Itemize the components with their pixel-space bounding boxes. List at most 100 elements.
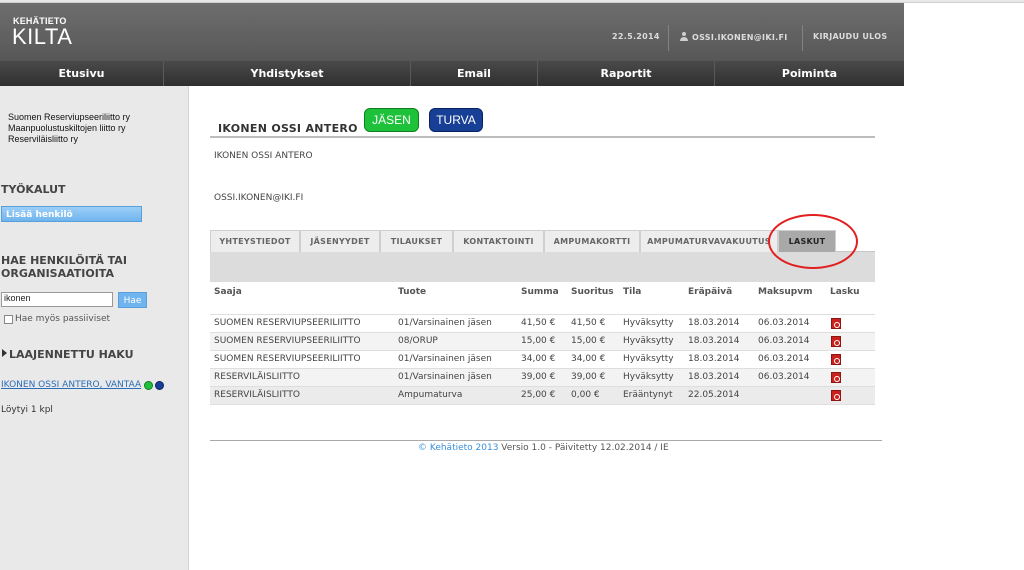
person-email: OSSI.IKONEN@IKI.FI bbox=[214, 193, 304, 203]
header-separator bbox=[802, 25, 803, 51]
turva-status-dot-icon bbox=[155, 381, 164, 390]
cell-erapaiva: 18.03.2014 bbox=[688, 318, 740, 328]
cell-saaja: SUOMEN RESERVIUPSEERILIITTO bbox=[214, 354, 361, 364]
cell-saaja: SUOMEN RESERVIUPSEERILIITTO bbox=[214, 336, 361, 346]
cell-tuote: 08/ORUP bbox=[398, 336, 438, 346]
table-row[interactable]: RESERVILÄISLIITTO 01/Varsinainen jäsen 3… bbox=[210, 368, 875, 386]
logo-title[interactable]: KILTA bbox=[12, 24, 72, 50]
col-header-tuote: Tuote bbox=[398, 287, 427, 297]
org-name: Suomen Reserviupseeriliitto ry bbox=[8, 112, 131, 122]
nav-poiminta[interactable]: Poiminta bbox=[715, 61, 904, 86]
nav-etusivu[interactable]: Etusivu bbox=[0, 61, 164, 86]
header-user-email: OSSI.IKONEN@IKI.FI bbox=[692, 33, 788, 42]
footer: © Kehätieto 2013 Versio 1.0 - Päivitetty… bbox=[418, 443, 669, 453]
footer-divider bbox=[210, 440, 882, 441]
table-row[interactable]: SUOMEN RESERVIUPSEERILIITTO 01/Varsinain… bbox=[210, 314, 875, 332]
cell-tila: Erääntynyt bbox=[623, 390, 673, 400]
version-text: Versio 1.0 - Päivitetty 12.02.2014 / IE bbox=[498, 443, 669, 453]
cell-tila: Hyväksytty bbox=[623, 318, 674, 328]
passive-checkbox-label: Hae myös passiiviset bbox=[15, 314, 111, 324]
cell-summa: 39,00 € bbox=[521, 372, 556, 382]
col-header-maksupvm: Maksupvm bbox=[758, 287, 813, 297]
tab-yhteystiedot[interactable]: YHTEYSTIEDOT bbox=[210, 230, 300, 252]
col-header-erapaiva: Eräpäivä bbox=[688, 287, 733, 297]
copyright-link[interactable]: © Kehätieto 2013 bbox=[418, 443, 498, 453]
cell-saaja: RESERVILÄISLIITTO bbox=[214, 390, 300, 400]
cell-maksupvm: 06.03.2014 bbox=[758, 336, 810, 346]
cell-maksupvm: 06.03.2014 bbox=[758, 354, 810, 364]
cell-tuote: Ampumaturva bbox=[398, 390, 463, 400]
header-separator bbox=[668, 25, 669, 51]
add-person-button[interactable]: Lisää henkilö bbox=[1, 206, 142, 222]
pdf-icon[interactable] bbox=[831, 318, 841, 329]
nav-email[interactable]: Email bbox=[411, 61, 538, 86]
pdf-icon[interactable] bbox=[831, 354, 841, 365]
tools-heading: TYÖKALUT bbox=[1, 183, 66, 196]
laskut-highlight-circle bbox=[768, 214, 858, 269]
search-input[interactable]: ikonen bbox=[1, 292, 113, 307]
pdf-icon[interactable] bbox=[831, 372, 841, 383]
advanced-search-link[interactable]: LAAJENNETTU HAKU bbox=[9, 348, 134, 361]
org-name: Maanpuolustuskiltojen liitto ry bbox=[8, 123, 126, 133]
cell-maksupvm: 06.03.2014 bbox=[758, 372, 810, 382]
table-bottom-border bbox=[210, 404, 875, 405]
member-status-dot-icon bbox=[144, 381, 153, 390]
cell-suoritus: 39,00 € bbox=[571, 372, 606, 382]
tab-kontaktointi[interactable]: KONTAKTOINTI bbox=[453, 230, 544, 252]
tab-ampumakortti[interactable]: AMPUMAKORTTI bbox=[544, 230, 640, 252]
col-header-summa: Summa bbox=[521, 287, 559, 297]
cell-erapaiva: 18.03.2014 bbox=[688, 354, 740, 364]
cell-saaja: SUOMEN RESERVIUPSEERILIITTO bbox=[214, 318, 361, 328]
pdf-icon[interactable] bbox=[831, 390, 841, 401]
sidebar: Suomen Reserviupseeriliitto ry Maanpuolu… bbox=[0, 86, 189, 570]
cell-summa: 34,00 € bbox=[521, 354, 556, 364]
tab-jasenyydet[interactable]: JÄSENYYDET bbox=[300, 230, 380, 252]
main-nav: Etusivu Yhdistykset Email Raportit Poimi… bbox=[0, 61, 904, 86]
nav-yhdistykset[interactable]: Yhdistykset bbox=[164, 61, 411, 86]
cell-tuote: 01/Varsinainen jäsen bbox=[398, 354, 492, 364]
search-heading: HAE HENKILÖITÄ TAI bbox=[1, 254, 127, 267]
pdf-icon[interactable] bbox=[831, 336, 841, 347]
cell-summa: 15,00 € bbox=[521, 336, 556, 346]
tab-ampumaturvavakuutus[interactable]: AMPUMATURVAVAKUUTUS bbox=[640, 230, 778, 252]
passive-checkbox[interactable] bbox=[4, 315, 13, 324]
col-header-saaja: Saaja bbox=[214, 287, 242, 297]
table-row[interactable]: SUOMEN RESERVIUPSEERILIITTO 08/ORUP 15,0… bbox=[210, 332, 875, 350]
table-row[interactable]: SUOMEN RESERVIUPSEERILIITTO 01/Varsinain… bbox=[210, 350, 875, 368]
app-header: KEHÄTIETO KILTA 22.5.2014 OSSI.IKONEN@IK… bbox=[0, 3, 904, 61]
cell-tila: Hyväksytty bbox=[623, 372, 674, 382]
tab-tilaukset[interactable]: TILAUKSET bbox=[380, 230, 453, 252]
cell-suoritus: 0,00 € bbox=[571, 390, 600, 400]
page-title: IKONEN OSSI ANTERO bbox=[218, 122, 358, 135]
cell-tila: Hyväksytty bbox=[623, 354, 674, 364]
logout-link[interactable]: KIRJAUDU ULOS bbox=[813, 32, 887, 41]
header-user[interactable]: OSSI.IKONEN@IKI.FI bbox=[680, 32, 788, 42]
cell-suoritus: 41,50 € bbox=[571, 318, 606, 328]
nav-raportit[interactable]: Raportit bbox=[538, 61, 715, 86]
cell-summa: 25,00 € bbox=[521, 390, 556, 400]
cell-saaja: RESERVILÄISLIITTO bbox=[214, 372, 300, 382]
cell-tila: Hyväksytty bbox=[623, 336, 674, 346]
col-header-tila: Tila bbox=[623, 287, 642, 297]
header-date: 22.5.2014 bbox=[612, 32, 660, 41]
cell-tuote: 01/Varsinainen jäsen bbox=[398, 372, 492, 382]
user-icon bbox=[680, 32, 688, 41]
table-row[interactable]: RESERVILÄISLIITTO Ampumaturva 25,00 € 0,… bbox=[210, 386, 875, 404]
turva-badge[interactable]: TURVA bbox=[429, 108, 483, 132]
cell-erapaiva: 18.03.2014 bbox=[688, 336, 740, 346]
cell-erapaiva: 22.05.2014 bbox=[688, 390, 740, 400]
title-divider bbox=[210, 136, 875, 138]
col-header-lasku: Lasku bbox=[830, 287, 860, 297]
person-name: IKONEN OSSI ANTERO bbox=[214, 151, 313, 161]
col-header-suoritus: Suoritus bbox=[571, 287, 614, 297]
cell-tuote: 01/Varsinainen jäsen bbox=[398, 318, 492, 328]
found-count: Löytyi 1 kpl bbox=[1, 405, 53, 415]
org-name: Reserviläisliitto ry bbox=[8, 134, 79, 144]
cell-suoritus: 34,00 € bbox=[571, 354, 606, 364]
search-result-link[interactable]: IKONEN OSSI ANTERO, VANTAA bbox=[1, 380, 141, 390]
cell-suoritus: 15,00 € bbox=[571, 336, 606, 346]
cell-maksupvm: 06.03.2014 bbox=[758, 318, 810, 328]
member-badge[interactable]: JÄSEN bbox=[364, 108, 419, 132]
search-button[interactable]: Hae bbox=[118, 292, 147, 308]
expand-arrow-icon[interactable] bbox=[2, 349, 7, 357]
